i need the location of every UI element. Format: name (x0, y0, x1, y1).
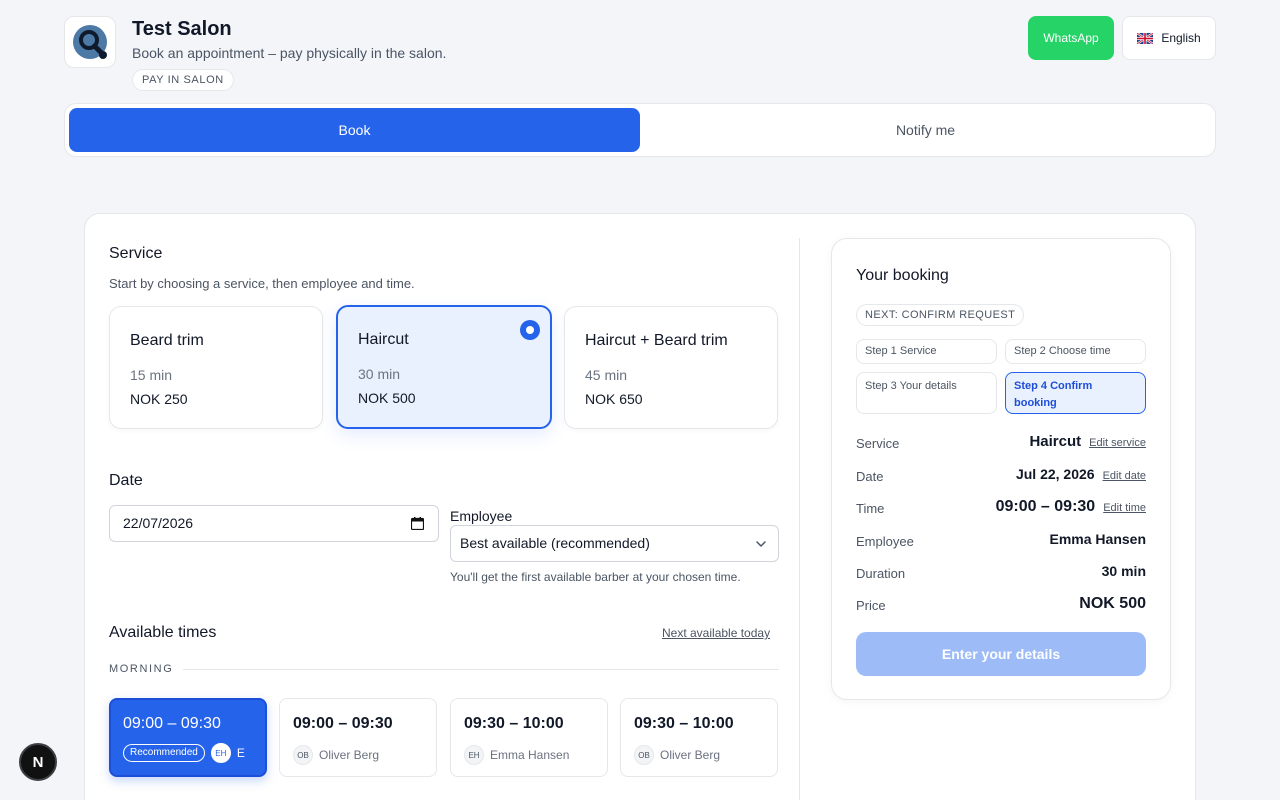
service-price: NOK 500 (358, 390, 416, 406)
service-subtitle: Start by choosing a service, then employ… (109, 276, 415, 291)
summary-title: Your booking (856, 267, 949, 284)
time-slot[interactable]: 09:30 – 10:00 EH Emma Hansen (450, 698, 608, 777)
whatsapp-button[interactable]: WhatsApp (1028, 16, 1114, 60)
time-slot[interactable]: 09:30 – 10:00 OB Oliver Berg (620, 698, 778, 777)
date-title: Date (109, 472, 143, 489)
step-2-choose-time[interactable]: Step 2 Choose time (1005, 339, 1146, 364)
tab-book[interactable]: Book (69, 108, 640, 152)
step-3-your-details[interactable]: Step 3 Your details (856, 372, 997, 414)
slot-time: 09:30 – 10:00 (464, 715, 564, 732)
slot-employee: OB Oliver Berg (293, 745, 379, 765)
summary-label: Time (856, 501, 885, 516)
time-slot[interactable]: 09:00 – 09:30 OB Oliver Berg (279, 698, 437, 777)
header: Test Salon Book an appointment – pay phy… (64, 16, 1216, 92)
summary-value: Haircut (1029, 433, 1082, 450)
slot-time: 09:30 – 10:00 (634, 715, 734, 732)
summary-row-duration: Duration 30 min (856, 563, 1146, 585)
slot-employee-name: Oliver Berg (660, 748, 721, 762)
slot-employee-name: E (236, 746, 245, 760)
language-label: English (1161, 31, 1201, 45)
booking-summary: Your booking NEXT: CONFIRM REQUEST Step … (831, 238, 1171, 700)
column-divider (799, 238, 800, 800)
search-icon (73, 25, 107, 59)
chevron-down-icon (756, 541, 766, 547)
edit-service-link[interactable]: Edit service (1089, 437, 1146, 449)
tab-notify-me[interactable]: Notify me (640, 108, 1211, 152)
edit-time-link[interactable]: Edit time (1103, 502, 1146, 514)
slot-employee: Recommended EH E (123, 743, 245, 763)
salon-name: Test Salon (132, 18, 232, 40)
slot-employee-name: Oliver Berg (319, 748, 380, 762)
salon-logo (64, 16, 116, 68)
slot-employee: EH Emma Hansen (464, 745, 569, 765)
recommended-badge: Recommended (123, 744, 205, 762)
service-card-haircut-beard-trim[interactable]: Haircut + Beard trim 45 min NOK 650 (564, 306, 778, 429)
summary-value: NOK 500 (1079, 595, 1146, 612)
selected-radio-icon (520, 320, 540, 340)
employee-selected-value: Best available (recommended) (460, 535, 650, 551)
employee-select[interactable]: Best available (recommended) (450, 525, 779, 562)
service-price: NOK 250 (130, 391, 188, 407)
service-name: Beard trim (130, 332, 204, 349)
summary-row-price: Price NOK 500 (856, 595, 1146, 617)
service-duration: 30 min (358, 366, 401, 382)
summary-value: Emma Hansen (1049, 531, 1146, 547)
date-input[interactable]: 22/07/2026 (109, 505, 439, 542)
service-price: NOK 650 (585, 391, 643, 407)
summary-value: Jul 22, 2026 (1015, 466, 1095, 482)
service-name: Haircut (358, 331, 409, 348)
uk-flag-icon (1137, 32, 1154, 44)
time-slot[interactable]: 09:00 – 09:30 Recommended EH E (109, 698, 267, 777)
calendar-icon[interactable] (411, 517, 424, 530)
floating-n-button[interactable]: N (19, 743, 57, 781)
next-available-link[interactable]: Next available today (662, 626, 770, 640)
next-step-badge: NEXT: CONFIRM REQUEST (856, 304, 1025, 326)
summary-label: Duration (856, 566, 906, 581)
summary-row-date: Date Jul 22, 2026 Edit date (856, 466, 1146, 488)
avatar: OB (293, 745, 313, 765)
slot-employee: OB Oliver Berg (634, 745, 720, 765)
slot-time: 09:00 – 09:30 (293, 715, 393, 732)
employee-hint: You'll get the first available barber at… (450, 570, 741, 584)
step-1-service[interactable]: Step 1 Service (856, 339, 997, 364)
mode-tabs: Book Notify me (64, 103, 1216, 157)
salon-subtitle: Book an appointment – pay physically in … (132, 45, 447, 61)
edit-date-link[interactable]: Edit date (1103, 470, 1146, 482)
employee-label: Employee (450, 508, 513, 524)
summary-value: 30 min (1101, 563, 1146, 579)
morning-divider (183, 669, 779, 670)
step-4-confirm-booking[interactable]: Step 4 Confirm booking (1005, 372, 1146, 414)
summary-value: 09:00 – 09:30 (995, 498, 1096, 515)
avatar: OB (634, 745, 654, 765)
summary-label: Service (856, 436, 900, 451)
available-times-title: Available times (109, 624, 217, 641)
summary-label: Price (856, 598, 886, 613)
summary-row-service: Service Haircut Edit service (856, 433, 1146, 455)
service-name: Haircut + Beard trim (585, 332, 728, 349)
service-duration: 45 min (585, 367, 628, 383)
summary-label: Employee (856, 534, 914, 549)
summary-row-time: Time 09:00 – 09:30 Edit time (856, 498, 1146, 520)
service-card-beard-trim[interactable]: Beard trim 15 min NOK 250 (109, 306, 323, 429)
morning-label: MORNING (109, 663, 174, 675)
service-card-haircut[interactable]: Haircut 30 min NOK 500 (336, 305, 552, 429)
avatar: EH (210, 743, 231, 763)
pay-in-salon-badge: PAY IN SALON (132, 69, 234, 91)
avatar: EH (464, 745, 484, 765)
summary-label: Date (856, 469, 884, 484)
summary-row-employee: Employee Emma Hansen (856, 531, 1146, 553)
date-value: 22/07/2026 (123, 515, 194, 531)
service-duration: 15 min (130, 367, 173, 383)
language-button[interactable]: English (1122, 16, 1216, 60)
service-title: Service (109, 245, 163, 262)
slot-time: 09:00 – 09:30 (123, 715, 221, 732)
slot-employee-name: Emma Hansen (490, 748, 570, 762)
enter-details-button[interactable]: Enter your details (856, 632, 1146, 676)
